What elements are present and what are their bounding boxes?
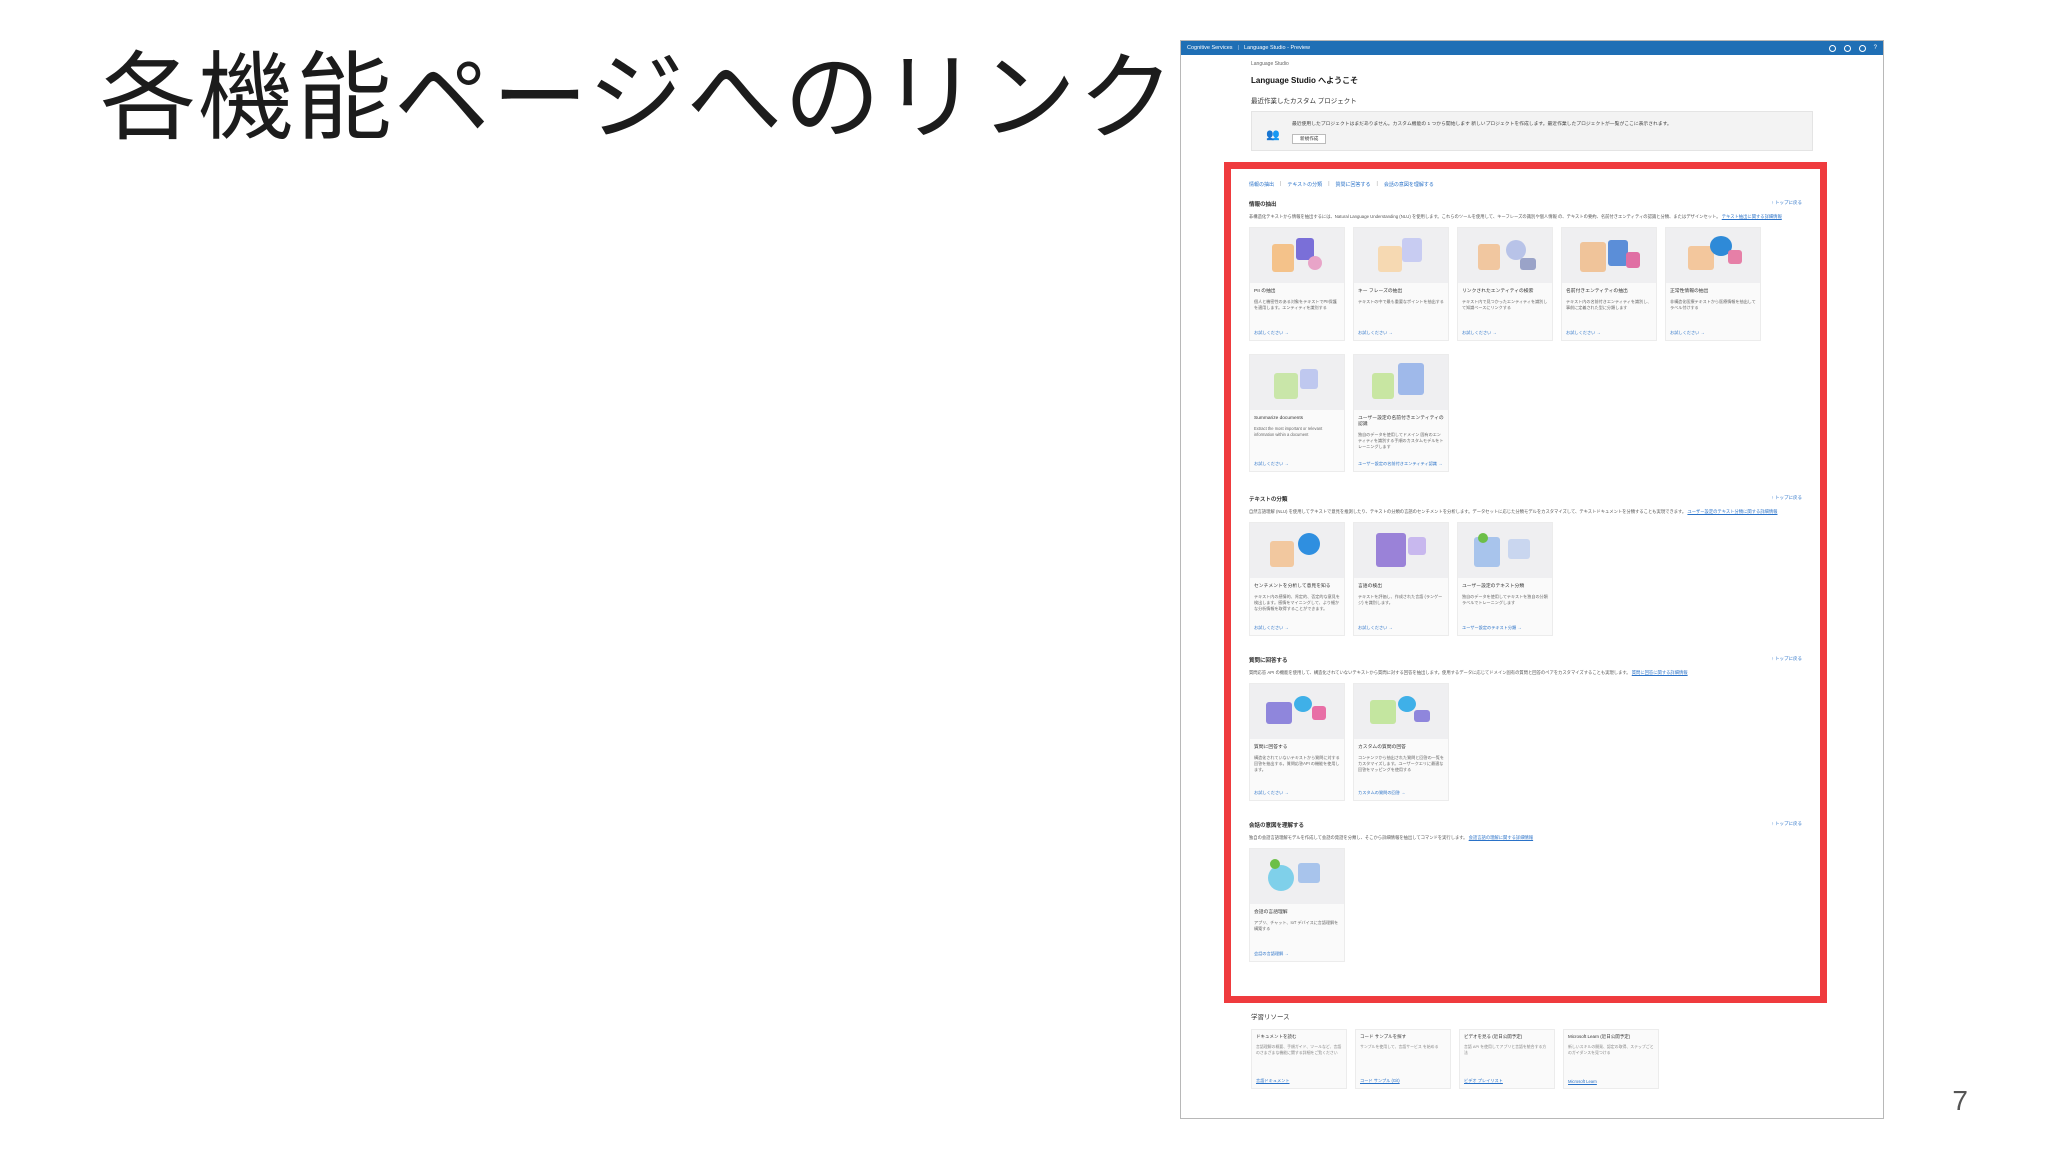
back-to-top-link[interactable]: ↑ トップに戻る <box>1772 656 1803 662</box>
nav-link-classify[interactable]: テキストの分類 <box>1287 181 1322 188</box>
card-clu[interactable]: 会話の言語理解 アプリ、チャット、IoT デバイスに言語理解を構築する 会話の言… <box>1249 848 1345 962</box>
people-icon: 👥 <box>1266 129 1280 141</box>
section-description: 質問応答 API の機能を使用して、構造化されていないテキストから質問に対する回… <box>1249 670 1688 675</box>
try-it-link[interactable]: お試しください → <box>1670 330 1705 336</box>
try-it-link[interactable]: お試しください → <box>1254 625 1289 631</box>
section-title: 会話の意図を理解する <box>1249 823 1305 829</box>
learn-card-mslearn[interactable]: Microsoft Learn (近日公開予定) 新しいスキルの開発、認定の取得… <box>1563 1029 1659 1089</box>
learn-more-link[interactable]: ユーザー設定のテキスト分類に関する詳細情報 <box>1687 509 1777 514</box>
back-to-top-link[interactable]: ↑ トップに戻る <box>1772 821 1803 827</box>
try-it-link[interactable]: お試しください → <box>1358 330 1393 336</box>
learn-more-link[interactable]: 会話言語の理解に関する詳細情報 <box>1469 835 1533 840</box>
try-it-link[interactable]: お試しください → <box>1566 330 1601 336</box>
try-it-link[interactable]: お試しください → <box>1254 461 1289 467</box>
card-custom-ner[interactable]: ユーザー設定の名前付きエンティティの認識 独自のデータを使用してドメイン 固有の… <box>1353 354 1449 472</box>
recent-empty-text: 最近使用したプロジェクトはまだありません。カスタム機能の 1 つから開始します … <box>1292 122 1672 127</box>
welcome-heading: Language Studio へようこそ <box>1251 76 1359 85</box>
card-key-phrase[interactable]: キー フレーズの抽出 テキストの中で最も重要なポイントを抽出する お試しください… <box>1353 227 1449 341</box>
new-project-button[interactable]: 新規作成 <box>1292 134 1327 144</box>
clu-link[interactable]: 会話の言語理解 → <box>1254 951 1289 957</box>
section-qa: 質問に回答する ↑ トップに戻る 質問応答 API の機能を使用して、構造化され… <box>1249 656 1802 801</box>
card-named-entity[interactable]: 名前付きエンティティの抽出 テキスト内の名前付きエンティティを識別し、事前に定義… <box>1561 227 1657 341</box>
summarize-illustration <box>1250 355 1344 410</box>
custom-classification-illustration <box>1458 523 1552 578</box>
breadcrumb[interactable]: Language Studio <box>1251 61 1813 67</box>
section-nav: 情報の抽出 | テキストの分類 | 質問に回答する | 会話の意図を理解する <box>1249 181 1434 188</box>
nav-link-qa[interactable]: 質問に回答する <box>1336 181 1371 188</box>
mslearn-link[interactable]: Microsoft Learn <box>1568 1079 1597 1084</box>
card-language-detect[interactable]: 言語の検出 テキストを評価し、作成された言語 (ランゲージ) を識別します。 お… <box>1353 522 1449 636</box>
back-to-top-link[interactable]: ↑ トップに戻る <box>1772 200 1803 206</box>
learn-card-video[interactable]: ビデオを見る (近日公開予定) 言語 API を使用してアプリと言語を統合する方… <box>1459 1029 1555 1089</box>
samples-link[interactable]: コード サンプル (Git) <box>1360 1078 1400 1084</box>
recent-projects-heading: 最近作業したカスタム プロジェクト <box>1251 98 1357 105</box>
custom-qa-illustration <box>1354 684 1448 739</box>
learn-more-link[interactable]: テキスト抽出に関する詳細情報 <box>1722 214 1782 219</box>
learn-card-docs[interactable]: ドキュメントを読む 言語理解の概要、手順ガイド、ツールなど、言語のさまざまな機能… <box>1251 1029 1347 1089</box>
section-title: テキストの分類 <box>1249 497 1288 503</box>
video-link[interactable]: ビデオ プレイリスト <box>1464 1078 1503 1084</box>
learn-card-samples[interactable]: コード サンプルを探す サンプルを使用して、言語サービス を始める コード サン… <box>1355 1029 1451 1089</box>
section-description: 自然言語理解 (NLU) を使用してテキストで意見を推測したり、テキストの分類の… <box>1249 509 1778 514</box>
section-description: 非構造化テキストから情報を抽出するには、Natural Language Und… <box>1249 214 1782 219</box>
learn-more-link[interactable]: 質問に回答に関する詳細情報 <box>1632 670 1688 675</box>
health-illustration <box>1666 228 1760 283</box>
card-sentiment[interactable]: センチメントを分析して意見を知る テキスト内の感情的、肯定的、否定的な意見を検出… <box>1249 522 1345 636</box>
slide-title: 各機能ページへのリンク <box>100 42 1177 154</box>
nav-link-conversation[interactable]: 会話の意図を理解する <box>1384 181 1434 188</box>
language-detect-illustration <box>1354 523 1448 578</box>
try-it-link[interactable]: お試しください → <box>1462 330 1497 336</box>
section-title: 質問に回答する <box>1249 658 1288 664</box>
card-summarize[interactable]: Summarize documents Extract the most imp… <box>1249 354 1345 472</box>
nav-link-extract[interactable]: 情報の抽出 <box>1249 181 1274 188</box>
docs-link[interactable]: 言語ドキュメント <box>1256 1078 1290 1084</box>
linked-entity-illustration <box>1458 228 1552 283</box>
card-custom-qa[interactable]: カスタムの質問の回答 コンテンツから抽出された質問と回答の一覧をカスタマイズしま… <box>1353 683 1449 801</box>
product-name[interactable]: Language Studio - Preview <box>1244 45 1310 51</box>
card-custom-classification[interactable]: ユーザー設定のテキスト分類 独自のデータを使用してテキストを独自の分類ラベルでト… <box>1457 522 1553 636</box>
back-to-top-link[interactable]: ↑ トップに戻る <box>1772 495 1803 501</box>
card-linked-entity[interactable]: リンクされたエンティティの検索 テキスト内で見つかったエンティティを識別して知識… <box>1457 227 1553 341</box>
pii-illustration <box>1250 228 1344 283</box>
key-phrase-illustration <box>1354 228 1448 283</box>
clu-illustration <box>1250 849 1344 904</box>
learning-heading: 学習リソース <box>1251 1014 1290 1021</box>
section-classify: テキストの分類 ↑ トップに戻る 自然言語理解 (NLU) を使用してテキストで… <box>1249 495 1802 636</box>
highlight-frame: 情報の抽出 | テキストの分類 | 質問に回答する | 会話の意図を理解する 情… <box>1224 162 1827 1003</box>
named-entity-illustration <box>1562 228 1656 283</box>
service-name[interactable]: Cognitive Services <box>1187 45 1233 51</box>
section-conversation: 会話の意図を理解する ↑ トップに戻る 独自の会話言語理解モデルを作成して会話の… <box>1249 821 1802 962</box>
card-health[interactable]: 正常性情報の抽出 非構造化医療テキストから医療情報を抽出してラベル付けする お試… <box>1665 227 1761 341</box>
sentiment-illustration <box>1250 523 1344 578</box>
try-it-link[interactable]: お試しください → <box>1254 790 1289 796</box>
card-answer-questions[interactable]: 質問に回答する 構造化されていないテキストから質問に対する回答を抽出する。質問応… <box>1249 683 1345 801</box>
top-bar: Cognitive Services | Language Studio - P… <box>1181 41 1883 55</box>
gear-icon[interactable] <box>1858 44 1866 52</box>
section-title: 情報の抽出 <box>1249 202 1277 208</box>
page-number: 7 <box>1952 1085 1968 1116</box>
settings-icon[interactable] <box>1843 44 1851 52</box>
help-icon[interactable]: ? <box>1874 45 1877 52</box>
language-studio-screenshot: Cognitive Services | Language Studio - P… <box>1180 40 1884 1119</box>
section-description: 独自の会話言語理解モデルを作成して会話の発話を分類し、そこから詳細情報を抽出して… <box>1249 835 1534 840</box>
recent-projects-panel: 👥 最近使用したプロジェクトはまだありません。カスタム機能の 1 つから開始しま… <box>1251 111 1813 151</box>
custom-qa-link[interactable]: カスタムの質問の回答 → <box>1358 790 1405 796</box>
try-it-link[interactable]: お試しください → <box>1358 625 1393 631</box>
card-pii[interactable]: PII の抽出 個人と機密性のある対象をテキストでPII保護を適用します。エンテ… <box>1249 227 1345 341</box>
custom-ner-illustration <box>1354 355 1448 410</box>
section-extract: 情報の抽出 ↑ トップに戻る 非構造化テキストから情報を抽出するには、Natur… <box>1249 200 1802 477</box>
qa-illustration <box>1250 684 1344 739</box>
bell-icon[interactable] <box>1828 44 1836 52</box>
learning-resources: 学習リソース ドキュメントを読む 言語理解の概要、手順ガイド、ツールなど、言語の… <box>1251 1011 1851 1089</box>
custom-classification-link[interactable]: ユーザー設定のテキスト分類 → <box>1462 625 1522 631</box>
try-it-link[interactable]: お試しください → <box>1254 330 1289 336</box>
custom-ner-link[interactable]: ユーザー設定の名前付きエンティティ認識 → <box>1358 461 1442 467</box>
